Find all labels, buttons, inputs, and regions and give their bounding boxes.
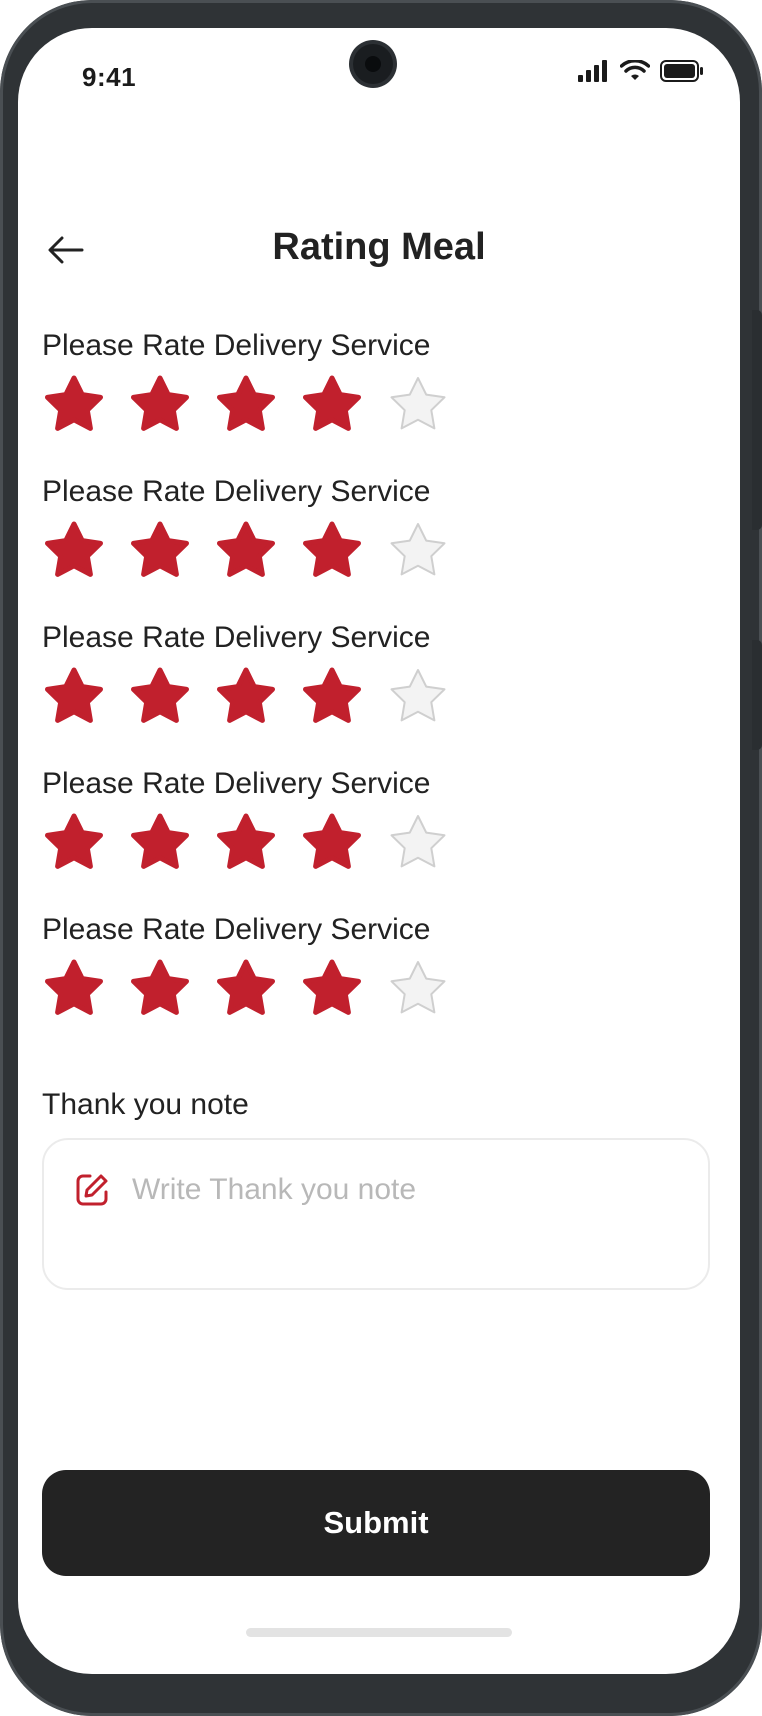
thank-you-note-field[interactable] xyxy=(42,1138,710,1290)
front-camera xyxy=(353,44,393,84)
star-filled-icon[interactable] xyxy=(214,958,278,1022)
rating-list: Please Rate Delivery Service Please Rate… xyxy=(42,322,722,1052)
star-filled-icon[interactable] xyxy=(128,958,192,1022)
home-indicator xyxy=(246,1628,512,1637)
star-filled-icon[interactable] xyxy=(300,812,364,876)
rating-label: Please Rate Delivery Service xyxy=(42,621,431,654)
star-filled-icon[interactable] xyxy=(42,812,106,876)
note-label: Thank you note xyxy=(42,1088,249,1121)
star-filled-icon[interactable] xyxy=(300,374,364,438)
star-filled-icon[interactable] xyxy=(42,666,106,730)
status-time: 9:41 xyxy=(82,62,137,92)
star-filled-icon[interactable] xyxy=(128,520,192,584)
star-filled-icon[interactable] xyxy=(128,666,192,730)
status-icons xyxy=(578,60,704,82)
page-title: Rating Meal xyxy=(272,226,486,268)
rating-item: Please Rate Delivery Service xyxy=(42,614,722,760)
star-filled-icon[interactable] xyxy=(42,374,106,438)
app-header: Rating Meal xyxy=(18,218,740,282)
star-rating xyxy=(42,812,722,876)
star-rating xyxy=(42,374,722,438)
rating-item: Please Rate Delivery Service xyxy=(42,906,722,1052)
star-rating xyxy=(42,520,722,584)
rating-label: Please Rate Delivery Service xyxy=(42,767,431,800)
rating-item: Please Rate Delivery Service xyxy=(42,468,722,614)
volume-button xyxy=(752,640,762,750)
star-empty-icon[interactable] xyxy=(386,374,450,438)
rating-label: Please Rate Delivery Service xyxy=(42,329,431,362)
rating-label: Please Rate Delivery Service xyxy=(42,475,431,508)
status-bar: 9:41 xyxy=(18,28,740,118)
star-filled-icon[interactable] xyxy=(128,812,192,876)
star-empty-icon[interactable] xyxy=(386,812,450,876)
battery-icon xyxy=(660,60,703,82)
rating-item: Please Rate Delivery Service xyxy=(42,760,722,906)
rating-item: Please Rate Delivery Service xyxy=(42,322,722,468)
star-rating xyxy=(42,958,722,1022)
star-filled-icon[interactable] xyxy=(214,520,278,584)
star-rating xyxy=(42,666,722,730)
edit-note-icon xyxy=(76,1174,108,1206)
star-filled-icon[interactable] xyxy=(42,520,106,584)
star-empty-icon[interactable] xyxy=(386,520,450,584)
star-empty-icon[interactable] xyxy=(386,666,450,730)
star-filled-icon[interactable] xyxy=(42,958,106,1022)
signal-icon xyxy=(578,60,607,82)
star-filled-icon[interactable] xyxy=(300,666,364,730)
phone-screen: 9:41 Rating Meal Please Rate Delivery Se… xyxy=(18,28,740,1674)
star-filled-icon[interactable] xyxy=(128,374,192,438)
star-filled-icon[interactable] xyxy=(214,666,278,730)
wifi-icon xyxy=(620,60,650,80)
star-filled-icon[interactable] xyxy=(300,958,364,1022)
star-filled-icon[interactable] xyxy=(214,812,278,876)
star-filled-icon[interactable] xyxy=(300,520,364,584)
thank-you-note-input[interactable] xyxy=(132,1164,692,1216)
rating-label: Please Rate Delivery Service xyxy=(42,913,431,946)
star-empty-icon[interactable] xyxy=(386,958,450,1022)
power-button xyxy=(752,310,762,530)
submit-button[interactable]: Submit xyxy=(42,1470,710,1576)
star-filled-icon[interactable] xyxy=(214,374,278,438)
